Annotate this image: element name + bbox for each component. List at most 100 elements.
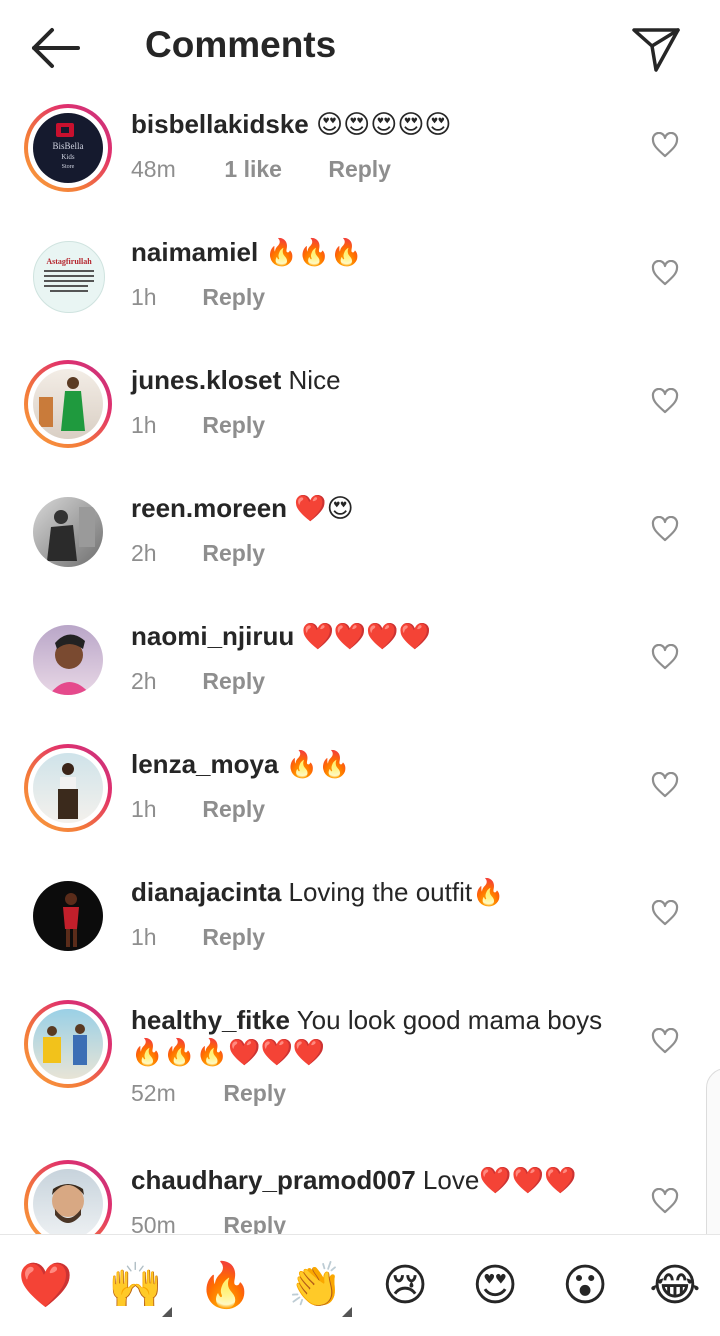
emoji-heart-button[interactable]: ❤️ [18, 1259, 73, 1313]
heart-outline-icon [651, 131, 679, 158]
comment-time: 1h [131, 924, 157, 950]
emoji-laughing-button[interactable]: 😂 [648, 1259, 702, 1313]
emoji-surprised-button[interactable]: 😮 [558, 1259, 612, 1313]
emoji-raised-hands-button[interactable]: 🙌 [108, 1259, 172, 1317]
comment-text: ❤️😍 [294, 493, 354, 523]
comment-username[interactable]: junes.kloset [131, 365, 281, 395]
arrow-left-icon [32, 28, 80, 68]
heart-outline-icon [651, 387, 679, 414]
share-button[interactable] [630, 24, 682, 74]
comment-meta: 2h Reply [131, 540, 265, 567]
like-button[interactable] [651, 515, 679, 542]
comment-likes[interactable]: 1 like [224, 156, 282, 183]
comment-item: junes.kloset Nice 1h Reply [0, 352, 720, 480]
like-button[interactable] [651, 387, 679, 414]
like-button[interactable] [651, 131, 679, 158]
comment-body: junes.kloset Nice [131, 364, 630, 396]
comment-time: 2h [131, 668, 157, 694]
like-button[interactable] [651, 899, 679, 926]
comment-body: bisbellakidske 😍😍😍😍😍 [131, 108, 630, 140]
reply-button[interactable]: Reply [202, 412, 265, 439]
header-bar: Comments [0, 0, 720, 96]
reply-button[interactable]: Reply [328, 156, 391, 183]
comment-username[interactable]: reen.moreen [131, 493, 287, 523]
avatar[interactable] [24, 744, 112, 832]
emoji-clap-button[interactable]: 👏 [288, 1259, 352, 1317]
comment-text: Nice [288, 365, 341, 395]
comment-username[interactable]: lenza_moya [131, 749, 278, 779]
comment-body: healthy_fitke You look good mama boys 🔥🔥… [131, 1004, 630, 1068]
comment-item: naomi_njiruu ❤️❤️❤️❤️ 2h Reply [0, 608, 720, 736]
heart-outline-icon [651, 515, 679, 542]
reply-button[interactable]: Reply [202, 284, 265, 311]
comment-item: dianajacinta Loving the outfit🔥 1h Reply [0, 864, 720, 992]
comment-item: healthy_fitke You look good mama boys 🔥🔥… [0, 992, 720, 1152]
comment-username[interactable]: bisbellakidske [131, 109, 309, 139]
comment-meta: 50m Reply [131, 1212, 286, 1234]
like-button[interactable] [651, 1187, 679, 1214]
comment-text: Love❤️❤️❤️ [422, 1165, 577, 1195]
comment-username[interactable]: healthy_fitke [131, 1005, 290, 1035]
reply-button[interactable]: Reply [223, 1212, 286, 1234]
comment-meta: 1h Reply [131, 924, 265, 951]
avatar[interactable] [24, 1160, 112, 1234]
like-button[interactable] [651, 259, 679, 286]
quote-image: Astagfirullah [44, 257, 94, 292]
reply-button[interactable]: Reply [202, 796, 265, 823]
avatar[interactable] [24, 360, 112, 448]
avatar[interactable] [24, 1000, 112, 1088]
heart-outline-icon [651, 259, 679, 286]
profile-photo [49, 634, 91, 695]
comment-text: ❤️❤️❤️❤️ [301, 621, 431, 651]
heart-outline-icon [651, 1027, 679, 1054]
comment-item: Astagfirullah naimamiel 🔥🔥🔥 1h Reply [0, 224, 720, 352]
profile-photo [43, 1024, 87, 1065]
reply-button[interactable]: Reply [202, 540, 265, 567]
comment-text: 🔥🔥🔥 [265, 237, 363, 267]
svg-text:BisBella: BisBella [53, 141, 84, 151]
profile-photo [39, 377, 85, 431]
like-button[interactable] [651, 771, 679, 798]
comment-body: naimamiel 🔥🔥🔥 [131, 236, 630, 268]
comment-username[interactable]: naomi_njiruu [131, 621, 294, 651]
comment-item: lenza_moya 🔥🔥 1h Reply [0, 736, 720, 864]
comment-body: dianajacinta Loving the outfit🔥 [131, 876, 630, 908]
paper-plane-icon [632, 28, 680, 72]
heart-outline-icon [651, 643, 679, 670]
emoji-fire-button[interactable]: 🔥 [198, 1259, 253, 1313]
profile-photo [47, 507, 95, 561]
comment-text: 😍😍😍😍😍 [316, 109, 452, 139]
skin-tone-indicator-icon [342, 1307, 352, 1317]
comment-meta: 2h Reply [131, 668, 265, 695]
comment-body: lenza_moya 🔥🔥 [131, 748, 630, 780]
comment-body: naomi_njiruu ❤️❤️❤️❤️ [131, 620, 630, 652]
quick-emoji-bar: ❤️ 🙌 🔥 👏 😢 😍 😮 😂 [0, 1234, 720, 1336]
svg-text:Store: Store [62, 164, 75, 170]
like-button[interactable] [651, 643, 679, 670]
comment-meta: 1h Reply [131, 412, 265, 439]
avatar[interactable]: Astagfirullah [24, 232, 112, 320]
reply-button[interactable]: Reply [223, 1080, 286, 1107]
back-button[interactable] [28, 26, 84, 70]
skin-tone-indicator-icon [162, 1307, 172, 1317]
reply-button[interactable]: Reply [202, 924, 265, 951]
avatar[interactable] [24, 488, 112, 576]
comment-meta: 1h Reply [131, 284, 265, 311]
comments-list[interactable]: BisBella Kids Store bisbellakidske 😍😍😍😍😍… [0, 96, 720, 1234]
profile-photo [63, 893, 79, 947]
comment-time: 52m [131, 1080, 176, 1106]
like-button[interactable] [651, 1027, 679, 1054]
comment-username[interactable]: dianajacinta [131, 877, 281, 907]
comment-meta: 52m Reply [131, 1080, 286, 1107]
emoji-crying-button[interactable]: 😢 [378, 1259, 432, 1313]
avatar[interactable] [24, 616, 112, 704]
avatar[interactable] [24, 872, 112, 960]
avatar[interactable]: BisBella Kids Store [24, 104, 112, 192]
comment-username[interactable]: chaudhary_pramod007 [131, 1165, 416, 1195]
comment-username[interactable]: naimamiel [131, 237, 258, 267]
emoji-heart-eyes-button[interactable]: 😍 [468, 1259, 522, 1313]
reply-button[interactable]: Reply [202, 668, 265, 695]
comment-text: 🔥🔥 [285, 749, 351, 779]
store-logo-image: BisBella Kids Store [53, 123, 84, 170]
svg-text:Astagfirullah: Astagfirullah [46, 257, 92, 266]
